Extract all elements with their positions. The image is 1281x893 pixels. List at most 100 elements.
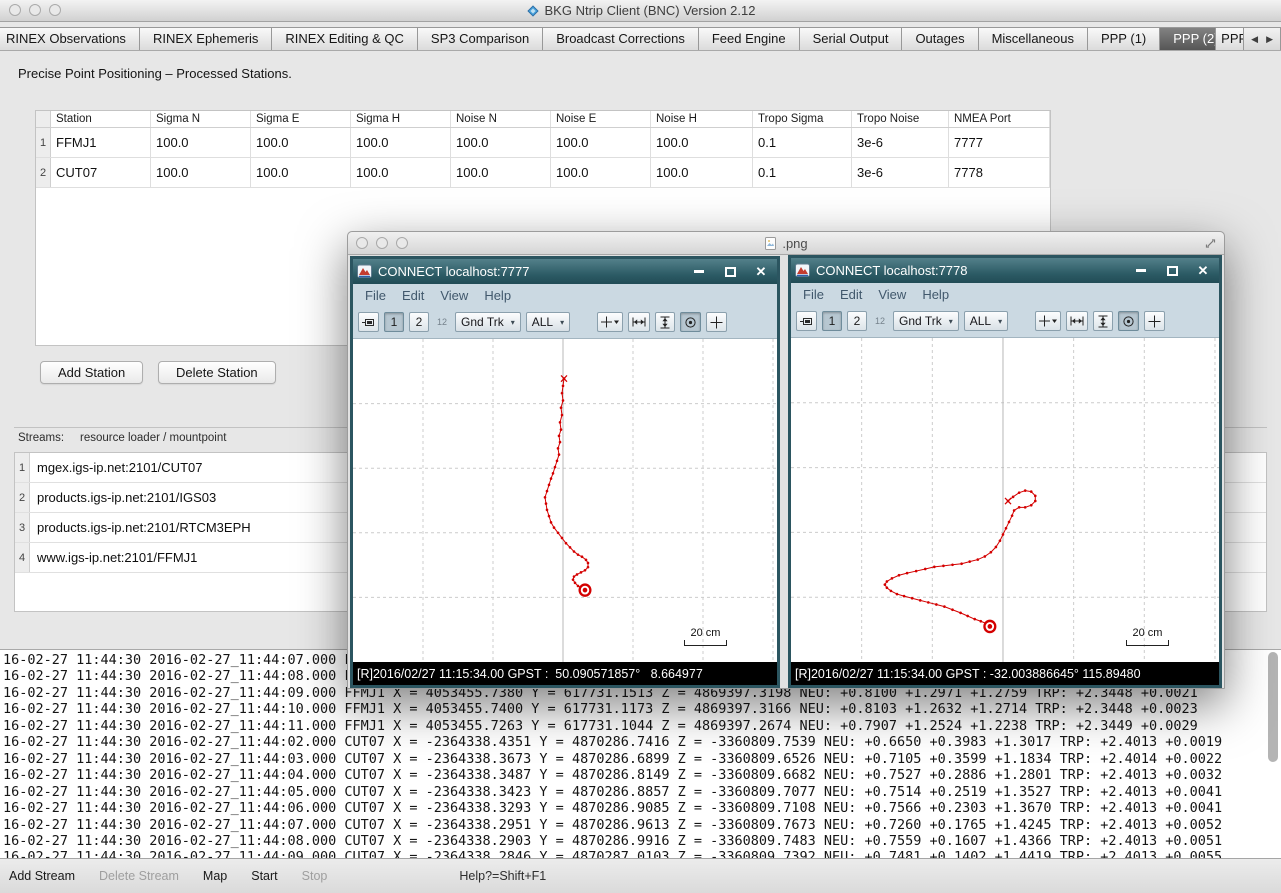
column-header-tropo-sigma: Tropo Sigma (753, 111, 852, 127)
delete-stream-button: Delete Stream (99, 869, 179, 883)
column-header-sigma-n: Sigma N (151, 111, 251, 127)
cell-sigma-e[interactable]: 100.0 (251, 158, 351, 187)
plot-type-dropdown[interactable]: Gnd Trk▾ (455, 312, 521, 332)
tab-miscellaneous[interactable]: Miscellaneous (978, 27, 1087, 51)
overlay-content: CONNECT localhost:7777 ✕ File Edit View … (348, 255, 1224, 689)
overlay-minimize-button[interactable] (376, 237, 388, 249)
subwindow-title: CONNECT localhost:7778 (816, 263, 1126, 278)
delete-station-button[interactable]: Delete Station (158, 361, 276, 384)
cell-sigma-h[interactable]: 100.0 (351, 158, 451, 187)
cell-noise-e[interactable]: 100.0 (551, 158, 651, 187)
view-2-button[interactable]: 2 (847, 311, 867, 331)
cell-sigma-n[interactable]: 100.0 (151, 158, 251, 187)
pan-crosshair-icon[interactable] (1144, 311, 1165, 331)
plot-status-bar: [R]2016/02/27 11:15:34.00 GPST : -32.003… (791, 662, 1219, 685)
cell-noise-n[interactable]: 100.0 (451, 128, 551, 157)
cell-station[interactable]: FFMJ1 (51, 128, 151, 157)
subwindow-titlebar[interactable]: CONNECT localhost:7777 ✕ (353, 259, 777, 284)
connect-window-7777: CONNECT localhost:7777 ✕ File Edit View … (350, 256, 780, 688)
satellite-filter-dropdown[interactable]: ALL▾ (964, 311, 1008, 331)
center-crosshair-icon[interactable] (1035, 311, 1061, 331)
tab-sp3-comparison[interactable]: SP3 Comparison (417, 27, 542, 51)
cell-noise-n[interactable]: 100.0 (451, 158, 551, 187)
menu-help[interactable]: Help (914, 287, 957, 302)
tab-feed-engine[interactable]: Feed Engine (698, 27, 799, 51)
menu-file[interactable]: File (357, 288, 394, 303)
view-1-button[interactable]: 1 (384, 312, 404, 332)
chevron-down-icon: ▾ (949, 317, 953, 326)
tab-serial-output[interactable]: Serial Output (799, 27, 902, 51)
cell-nmea-port[interactable]: 7777 (949, 128, 1050, 157)
zoom-point-icon[interactable] (1118, 311, 1139, 331)
overlay-close-button[interactable] (356, 237, 368, 249)
fit-width-icon[interactable] (628, 312, 650, 332)
subwindow-maximize-button[interactable] (1163, 263, 1181, 279)
tab-scroll-left-icon[interactable]: ◀ (1251, 34, 1258, 45)
fit-height-icon[interactable] (1093, 311, 1113, 331)
scale-bar-line (684, 640, 727, 646)
zoom-point-icon[interactable] (680, 312, 701, 332)
cell-sigma-n[interactable]: 100.0 (151, 128, 251, 157)
cell-sigma-h[interactable]: 100.0 (351, 128, 451, 157)
add-stream-button[interactable]: Add Stream (9, 869, 75, 883)
satellite-filter-dropdown[interactable]: ALL▾ (526, 312, 570, 332)
menu-edit[interactable]: Edit (394, 288, 432, 303)
menu-file[interactable]: File (795, 287, 832, 302)
tab-ppp-partial[interactable]: PPP (1215, 27, 1243, 51)
tab-scroll-right-icon[interactable]: ▶ (1266, 34, 1273, 45)
overlay-titlebar[interactable]: .png (348, 232, 1224, 255)
cell-station[interactable]: CUT07 (51, 158, 151, 187)
menu-help[interactable]: Help (476, 288, 519, 303)
view-2-button[interactable]: 2 (409, 312, 429, 332)
add-station-button[interactable]: Add Station (40, 361, 143, 384)
window-titlebar[interactable]: BKG Ntrip Client (BNC) Version 2.12 (0, 0, 1281, 22)
fullscreen-icon[interactable] (1204, 237, 1217, 250)
row-number-header (36, 111, 51, 127)
cell-sigma-e[interactable]: 100.0 (251, 128, 351, 157)
subwindow-maximize-button[interactable] (721, 264, 739, 280)
tab-rinex-ephemeris[interactable]: RINEX Ephemeris (139, 27, 271, 51)
cell-noise-h[interactable]: 100.0 (651, 128, 753, 157)
cell-tropo-noise[interactable]: 3e-6 (852, 128, 949, 157)
menu-view[interactable]: View (870, 287, 914, 302)
fit-width-icon[interactable] (1066, 311, 1088, 331)
scale-bar: 20 cm (1126, 627, 1169, 646)
subwindow-titlebar[interactable]: CONNECT localhost:7778 ✕ (791, 258, 1219, 283)
subwindow-minimize-button[interactable] (1132, 263, 1150, 279)
menu-edit[interactable]: Edit (832, 287, 870, 302)
cell-tropo-sigma[interactable]: 0.1 (753, 128, 852, 157)
tab-rinex-observations[interactable]: RINEX Observations (0, 27, 139, 51)
ground-track-plot[interactable]: 20 cm (353, 339, 777, 662)
tab-rinex-editing-qc[interactable]: RINEX Editing & QC (271, 27, 417, 51)
dock-icon[interactable] (358, 312, 379, 332)
subwindow-close-button[interactable]: ✕ (1194, 263, 1212, 279)
plot-type-dropdown[interactable]: Gnd Trk▾ (893, 311, 959, 331)
pan-crosshair-icon[interactable] (706, 312, 727, 332)
fit-height-icon[interactable] (655, 312, 675, 332)
menu-view[interactable]: View (432, 288, 476, 303)
tab-outages[interactable]: Outages (901, 27, 977, 51)
cell-tropo-noise[interactable]: 3e-6 (852, 158, 949, 187)
subwindow-minimize-button[interactable] (690, 264, 708, 280)
stream-row-number: 1 (15, 453, 30, 482)
center-crosshair-icon[interactable] (597, 312, 623, 332)
tab-ppp-1[interactable]: PPP (1) (1087, 27, 1159, 51)
tab-broadcast-corrections[interactable]: Broadcast Corrections (542, 27, 698, 51)
column-header-nmea-port: NMEA Port (949, 111, 1050, 127)
minimize-button[interactable] (29, 4, 41, 16)
start-button[interactable]: Start (251, 869, 277, 883)
png-preview-window: .png CONNECT localhost:7777 ✕ File Edit … (347, 231, 1225, 689)
log-scrollbar-thumb[interactable] (1268, 652, 1278, 762)
view-1-button[interactable]: 1 (822, 311, 842, 331)
map-button[interactable]: Map (203, 869, 227, 883)
cell-nmea-port[interactable]: 7778 (949, 158, 1050, 187)
dock-icon[interactable] (796, 311, 817, 331)
close-button[interactable] (9, 4, 21, 16)
cell-tropo-sigma[interactable]: 0.1 (753, 158, 852, 187)
subwindow-close-button[interactable]: ✕ (752, 264, 770, 280)
cell-noise-e[interactable]: 100.0 (551, 128, 651, 157)
overlay-zoom-button[interactable] (396, 237, 408, 249)
ground-track-plot[interactable]: 20 cm (791, 338, 1219, 662)
zoom-button[interactable] (49, 4, 61, 16)
cell-noise-h[interactable]: 100.0 (651, 158, 753, 187)
